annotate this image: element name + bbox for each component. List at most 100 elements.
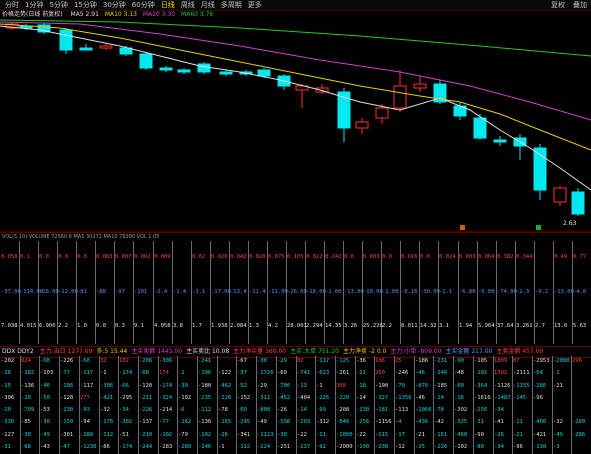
grid-cell: -74.00 xyxy=(497,289,517,295)
period-tab[interactable]: 月线 xyxy=(198,0,218,10)
grid-cell: -176 xyxy=(100,419,114,425)
grid-cell: -224 xyxy=(257,444,271,450)
grid-cell: -78 xyxy=(218,407,228,413)
grid-cell: -90 xyxy=(454,358,464,364)
ma10-label: MA10 3.13 xyxy=(104,11,137,18)
grid-cell: -60 xyxy=(454,383,464,389)
grid-cell: -101 xyxy=(134,289,148,295)
grid-cell: 2.084 xyxy=(230,323,247,329)
grid-cell: -42 xyxy=(434,419,444,425)
grid-cell: -102 xyxy=(178,395,192,401)
grid-cell: -2000 xyxy=(336,444,353,450)
grid-cell: -17 xyxy=(395,432,405,438)
grid-cell: -1000 xyxy=(336,432,353,438)
grid-cell: -117 xyxy=(80,370,94,376)
grid-cell: -14 xyxy=(356,395,366,401)
ddx-stat: 主买卖额 1445.00 xyxy=(131,348,183,355)
tool-button[interactable]: 叠加 xyxy=(573,0,587,10)
grid-cell: -623 xyxy=(316,370,330,376)
event-marker xyxy=(536,225,541,230)
period-tab[interactable]: 分时 xyxy=(2,0,22,10)
grid-cell: -34 xyxy=(494,444,504,450)
grid-cell: -261 xyxy=(336,370,350,376)
grid-cell: -17.00 xyxy=(211,289,231,295)
grid-cell: -18.00 xyxy=(39,289,59,295)
grid-cell: -67 xyxy=(237,358,247,364)
period-tab[interactable]: 5分钟 xyxy=(46,0,70,10)
candle-body xyxy=(257,69,271,77)
grid-cell: -136 xyxy=(21,383,35,389)
period-tab[interactable]: 更多 xyxy=(245,0,265,10)
grid-cell: 824 xyxy=(21,358,31,364)
grid-cell: 106 xyxy=(375,358,385,364)
grid-cell: 1.94 xyxy=(459,323,473,329)
grid-cell: -230 xyxy=(60,407,74,413)
grid-cell: -125 xyxy=(336,358,350,364)
grid-cell: -29 xyxy=(257,383,267,389)
grid-cell: -22 xyxy=(356,432,366,438)
grid-cell: -226 xyxy=(60,358,74,364)
grid-cell: -11 xyxy=(316,432,326,438)
period-tab[interactable]: 日线 xyxy=(158,0,178,10)
candle-body xyxy=(79,47,93,51)
grid-cell: 2.2 xyxy=(382,323,392,329)
grid-cell: -96 xyxy=(513,444,523,450)
candle-body xyxy=(413,83,427,89)
grid-cell: -21 xyxy=(513,432,523,438)
grid-cell: -21 xyxy=(356,370,366,376)
grid-cell: -190 xyxy=(375,383,389,389)
grid-cell: 0.02 xyxy=(192,254,206,260)
period-tab[interactable]: 15分钟 xyxy=(71,0,100,10)
tool-button[interactable]: 复权 xyxy=(551,0,565,10)
grid-cell: 260 xyxy=(375,370,385,376)
grid-cell: -102 xyxy=(198,432,212,438)
grid-cell: -302 xyxy=(119,419,133,425)
grid-cell: -174 xyxy=(159,383,173,389)
grid-cell: -102 xyxy=(474,370,488,376)
grid-cell: -70 xyxy=(395,383,405,389)
grid-cell: -30.00 xyxy=(420,289,440,295)
grid-cell: -11.4 xyxy=(249,289,266,295)
grid-cell: -46 xyxy=(40,383,50,389)
grid-cell: -31 xyxy=(474,419,484,425)
grid-cell: -162 xyxy=(178,419,192,425)
grid-cell: -808 xyxy=(257,407,271,413)
grid-cell: 1302 xyxy=(494,370,508,376)
period-tab[interactable]: 1分钟 xyxy=(22,0,46,10)
grid-cell: -196 xyxy=(198,370,212,376)
grid-cell: -2.4 xyxy=(154,289,168,295)
grid-cell: -49 xyxy=(257,419,267,425)
grid-cell: -1156 xyxy=(375,419,392,425)
grid-cell: -48 xyxy=(454,370,464,376)
period-tab[interactable]: 多周期 xyxy=(218,0,245,10)
grid-cell: -245 xyxy=(237,419,251,425)
grid-cell: -327 xyxy=(375,395,389,401)
grid-cell: 6.900 xyxy=(39,323,56,329)
grid-cell: 2.2 xyxy=(58,323,68,329)
grid-cell: -34 xyxy=(119,407,129,413)
grid-divider xyxy=(571,356,572,454)
grid-cell: -38 xyxy=(21,432,31,438)
grid-cell: -96 xyxy=(533,395,543,401)
grid-cell: -341 xyxy=(237,432,251,438)
period-tab[interactable]: 周线 xyxy=(178,0,198,10)
grid-cell: 1.3 xyxy=(249,323,259,329)
candle-body xyxy=(159,67,173,71)
grid-cell: -80 xyxy=(474,444,484,450)
grid-cell: 0.016 xyxy=(401,254,418,260)
grid-cell: 0.0 xyxy=(96,323,106,329)
grid-cell: 3.261 xyxy=(516,323,533,329)
grid-cell: -112 xyxy=(237,444,251,450)
grid-cell: 0.0 xyxy=(420,254,430,260)
grid-cell: 0.022 xyxy=(306,254,323,260)
grid-cell: -93 xyxy=(80,407,90,413)
grid-cell: -26.00 xyxy=(287,289,307,295)
period-tab[interactable]: 30分钟 xyxy=(100,0,129,10)
price-chart[interactable] xyxy=(0,10,591,232)
grid-cell: -51 xyxy=(119,432,129,438)
grid-cell: -26 xyxy=(218,432,228,438)
grid-cell: -14 xyxy=(434,395,444,401)
period-tab[interactable]: 60分钟 xyxy=(129,0,158,10)
grid-cell: -0.00 xyxy=(478,289,495,295)
vol-header-text: VOL(5,10) VOLUME 72560.6 MA5 30272 MA10 … xyxy=(2,234,160,240)
